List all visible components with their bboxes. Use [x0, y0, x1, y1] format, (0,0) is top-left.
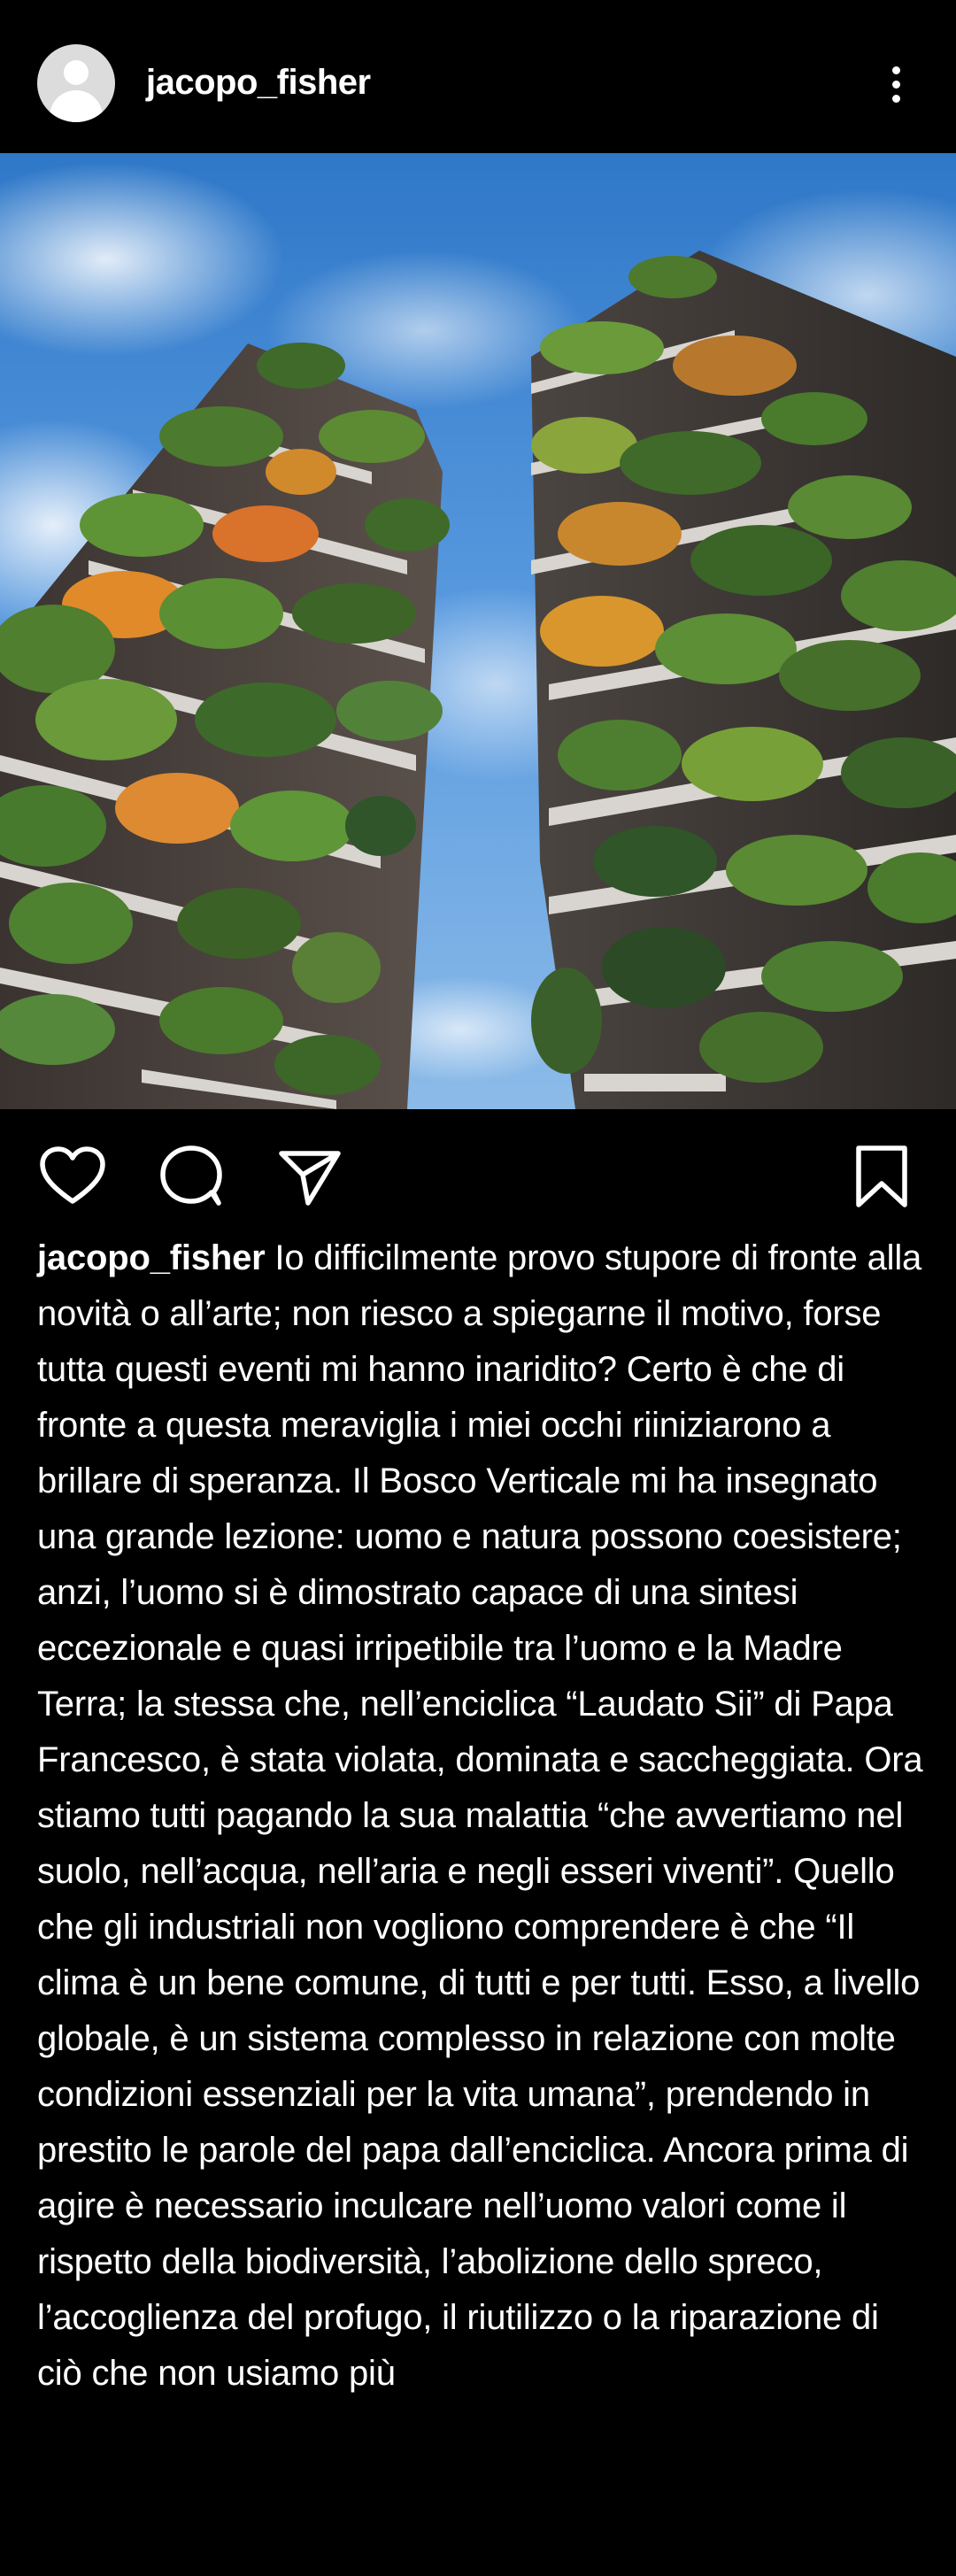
- avatar[interactable]: [37, 44, 115, 122]
- caption-text: Io difficilmente provo stupore di fronte…: [37, 1238, 923, 2393]
- comment-bubble-icon[interactable]: [157, 1141, 227, 1212]
- avatar-shoulders: [50, 90, 103, 122]
- avatar-head: [64, 60, 89, 85]
- post-photo[interactable]: [0, 153, 956, 1109]
- post-username[interactable]: jacopo_fisher: [146, 60, 371, 104]
- paper-plane-icon[interactable]: [274, 1141, 345, 1212]
- post-actions: [0, 1109, 956, 1233]
- caption-username[interactable]: jacopo_fisher: [37, 1238, 266, 1277]
- bookmark-icon[interactable]: [846, 1141, 917, 1212]
- more-vertical-icon[interactable]: [881, 62, 913, 106]
- heart-icon[interactable]: [37, 1141, 108, 1212]
- post-header: jacopo_fisher: [0, 0, 956, 153]
- post-caption: jacopo_fisher Io difficilmente provo stu…: [37, 1230, 931, 2402]
